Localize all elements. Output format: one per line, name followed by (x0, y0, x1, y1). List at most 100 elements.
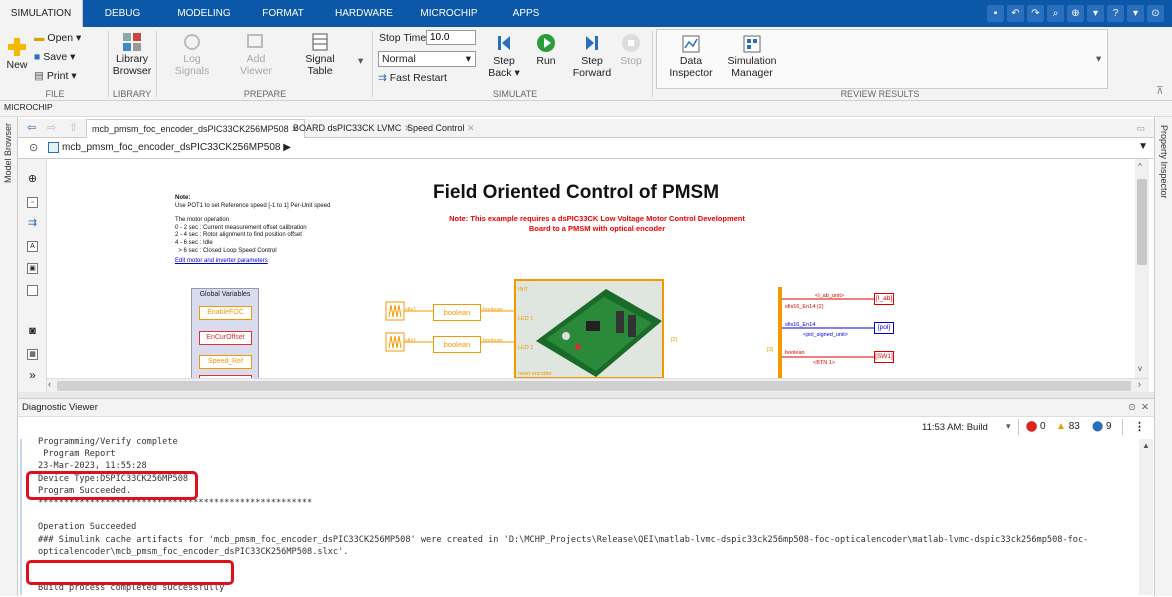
goto-tag-sw1[interactable]: [SW1] (874, 351, 894, 363)
data-store-enablefoc[interactable]: EnableFOC (199, 306, 252, 320)
run-button[interactable]: Run (528, 33, 564, 67)
property-inspector-strip: Property Inspector (1154, 117, 1172, 596)
editor-tab-speed-control[interactable]: Speed Control ✕ (402, 119, 480, 138)
tab-apps[interactable]: APPS (510, 0, 542, 27)
chevron-down-icon[interactable]: ▾ (1096, 53, 1101, 65)
log-line: Program Succeeded. (38, 485, 132, 496)
chevron-down-icon[interactable]: ▼ (1138, 141, 1148, 152)
help-icon[interactable]: ? (1107, 5, 1124, 22)
redo-icon[interactable]: ↷ (1027, 5, 1044, 22)
log-signals-button[interactable]: Log Signals (172, 33, 212, 77)
open-button[interactable]: ▬ Open ▾ (34, 32, 81, 44)
breadcrumb[interactable]: mcb_pmsm_foc_encoder_dsPIC33CK256MP508 ▶ (62, 142, 291, 153)
errors-filter[interactable]: ⬤ 0 (1026, 421, 1046, 432)
warnings-filter[interactable]: ▲ 83 (1056, 421, 1080, 432)
goto-tag-i-ab[interactable]: [I_ab] (874, 293, 894, 305)
build-select[interactable]: 11:53 AM: Build (922, 422, 988, 433)
arrow-icon[interactable]: ⇉ (27, 218, 38, 230)
diagnostic-viewer: Diagnostic Viewer ⊙ ✕ 11:53 AM: Build ▾ … (18, 398, 1154, 597)
zoom-icon[interactable]: ⊕ (1067, 5, 1084, 22)
divider (156, 31, 157, 97)
area-icon[interactable] (27, 285, 38, 296)
group-label-review-results: REVIEW RESULTS (840, 89, 920, 99)
tab-modeling[interactable]: MODELING (175, 0, 233, 27)
chevron-left-icon[interactable]: ‹ (48, 379, 51, 389)
boolean-convert-block[interactable]: boolean (433, 336, 481, 353)
hide-browser-icon[interactable]: ⊙ (29, 141, 38, 154)
property-inspector-tab[interactable]: Property Inspector (1159, 125, 1169, 199)
add-viewer-button[interactable]: Add Viewer (236, 33, 276, 77)
chevron-down-icon[interactable]: ▾ (358, 55, 363, 67)
data-inspector-button[interactable]: Data Inspector (666, 35, 716, 79)
save-icon[interactable]: ▪ (987, 5, 1004, 22)
up-icon[interactable]: ⇧ (64, 119, 83, 138)
options-icon[interactable]: ⊙ (1128, 399, 1136, 417)
camera-icon[interactable]: ◙ (27, 326, 38, 338)
fast-restart-button[interactable]: ⇉ Fast Restart (378, 72, 447, 84)
tab-hardware[interactable]: HARDWARE (334, 0, 394, 27)
group-label-library: LIBRARY (112, 89, 152, 99)
boolean-convert-block[interactable]: boolean (433, 304, 481, 321)
editor-tab-board[interactable]: BOARD dsPIC33CK LVMC ✕ (288, 119, 416, 138)
tab-options-icon[interactable]: ▭ (1131, 119, 1150, 138)
undo-icon[interactable]: ↶ (1007, 5, 1024, 22)
stop-button[interactable]: Stop (614, 33, 648, 67)
image-icon[interactable]: ▣ (27, 263, 38, 274)
board-subsystem-block[interactable]: INIT LED 1 LED 2 reset encoder (514, 279, 664, 378)
pulse-generator-icon[interactable] (385, 332, 405, 352)
info-filter[interactable]: ⬤ 9 (1092, 421, 1112, 432)
log-scrollbar[interactable]: ▲ (1139, 439, 1153, 595)
step-back-button[interactable]: Step Back ▾ (484, 33, 524, 79)
model-canvas[interactable]: Field Oriented Control of PMSM Note: Thi… (47, 159, 1135, 378)
canvas-vertical-scrollbar[interactable]: ^ v (1135, 159, 1149, 378)
data-store-encuroffset[interactable]: EnCurOffset (199, 331, 252, 345)
chevron-up-icon[interactable]: ▲ (1142, 441, 1150, 450)
tab-simulation[interactable]: SIMULATION (0, 0, 83, 27)
search-icon[interactable]: ⌕ (1047, 5, 1064, 22)
expand-icon[interactable]: » (27, 369, 38, 382)
tab-microchip[interactable]: MICROCHIP (418, 0, 480, 27)
simulation-manager-button[interactable]: Simulation Manager (724, 35, 780, 79)
chevron-down-icon[interactable]: ▾ (1006, 421, 1011, 432)
signal-label: boolean (483, 307, 503, 313)
stop-time-label: Stop Time (379, 32, 427, 44)
tab-format[interactable]: FORMAT (258, 0, 308, 27)
library-browser-button[interactable]: Library Browser (112, 33, 152, 77)
signal-table-button[interactable]: Signal Table (300, 33, 340, 77)
scrollbar-thumb[interactable] (57, 381, 1131, 391)
back-icon[interactable]: ⇦ (22, 119, 41, 138)
fit-view-icon[interactable]: ▫ (27, 197, 38, 208)
more-options-icon[interactable]: ⋮ (1134, 420, 1145, 433)
print-button[interactable]: ▤ Print ▾ (34, 70, 77, 82)
goto-tag-pol[interactable]: [pol] (874, 322, 894, 334)
tab-debug[interactable]: DEBUG (100, 0, 145, 27)
canvas-horizontal-scrollbar[interactable]: ‹ › (47, 378, 1149, 392)
highlight-box-build (26, 560, 234, 585)
annotation-icon[interactable]: A (27, 241, 38, 252)
pulse-generator-icon[interactable] (385, 301, 405, 321)
forward-icon[interactable]: ⇨ (42, 119, 61, 138)
divider (652, 31, 653, 97)
chevron-down-icon[interactable]: v (1138, 364, 1142, 373)
model-note-red: Note: This example requires a dsPIC33CK … (449, 214, 745, 233)
close-icon[interactable]: ✕ (1141, 399, 1149, 417)
scrollbar-thumb[interactable] (1137, 179, 1147, 265)
new-button[interactable]: New (4, 37, 30, 71)
save-button[interactable]: ■ Save ▾ (34, 51, 75, 63)
step-forward-button[interactable]: Step Forward (572, 33, 612, 79)
chevron-right-icon[interactable]: › (1138, 379, 1141, 389)
edit-parameters-link[interactable]: Edit motor and inverter parameters (175, 258, 355, 266)
explorer-icon[interactable]: ▦ (27, 349, 38, 360)
collapse-ribbon-icon[interactable]: ⊼ (1156, 85, 1164, 97)
stop-time-input[interactable] (426, 30, 476, 45)
model-browser-tab[interactable]: Model Browser (3, 123, 13, 183)
chevron-down-icon[interactable]: ▾ (1087, 5, 1104, 22)
simulation-mode-select[interactable]: Normal ▾ (378, 51, 476, 67)
close-icon[interactable]: ✕ (467, 123, 475, 133)
zoom-icon[interactable]: ⊕ (27, 174, 38, 186)
minimize-ribbon-icon[interactable]: ⊙ (1147, 5, 1164, 22)
editor-tab-main[interactable]: mcb_pmsm_foc_encoder_dsPIC33CK256MP508 ✕ (86, 119, 305, 138)
chevron-up-icon[interactable]: ^ (1138, 162, 1142, 171)
data-store-speed-ref[interactable]: Speed_Ref (199, 355, 252, 369)
chevron-down-icon[interactable]: ▾ (1127, 5, 1144, 22)
